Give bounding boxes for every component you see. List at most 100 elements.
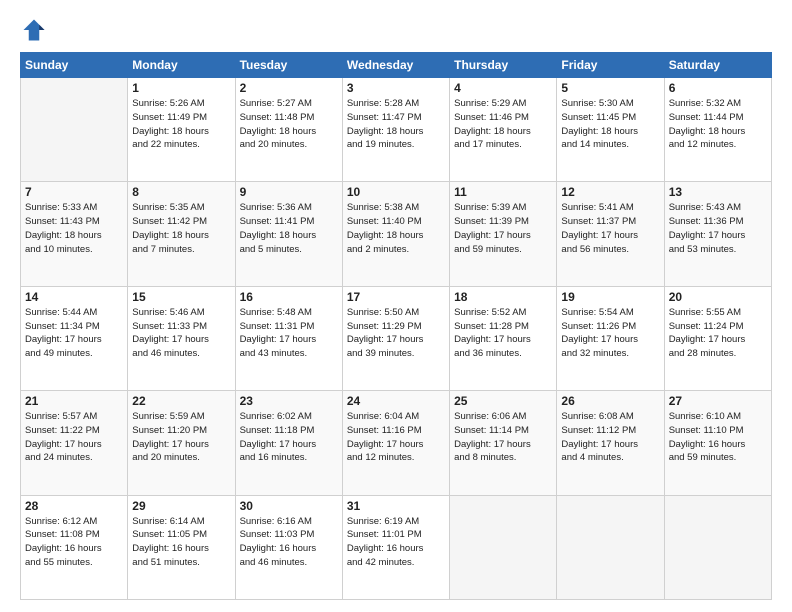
cell-content: Sunrise: 5:44 AM Sunset: 11:34 PM Daylig… <box>25 306 123 361</box>
cell-content: Sunrise: 5:28 AM Sunset: 11:47 PM Daylig… <box>347 97 445 152</box>
calendar-cell: 12 Sunrise: 5:41 AM Sunset: 11:37 PM Dayl… <box>557 182 664 286</box>
calendar-cell: 19Sunrise: 5:54 AM Sunset: 11:26 PM Dayl… <box>557 286 664 390</box>
day-number: 11 <box>454 185 552 199</box>
calendar-cell: 7Sunrise: 5:33 AM Sunset: 11:43 PM Dayli… <box>21 182 128 286</box>
calendar-cell: 3 Sunrise: 5:28 AM Sunset: 11:47 PM Dayli… <box>342 78 449 182</box>
day-number: 29 <box>132 499 230 513</box>
calendar-week-row: 28 Sunrise: 6:12 AM Sunset: 11:08 PM Dayl… <box>21 495 772 599</box>
calendar-cell: 11 Sunrise: 5:39 AM Sunset: 11:39 PM Dayl… <box>450 182 557 286</box>
calendar-cell: 27 Sunrise: 6:10 AM Sunset: 11:10 PM Dayl… <box>664 391 771 495</box>
cell-content: Sunrise: 5:39 AM Sunset: 11:39 PM Daylig… <box>454 201 552 256</box>
weekday-header: Friday <box>557 53 664 78</box>
calendar-cell: 14 Sunrise: 5:44 AM Sunset: 11:34 PM Dayl… <box>21 286 128 390</box>
calendar-week-row: 14 Sunrise: 5:44 AM Sunset: 11:34 PM Dayl… <box>21 286 772 390</box>
cell-content: Sunrise: 5:52 AM Sunset: 11:28 PM Daylig… <box>454 306 552 361</box>
calendar-cell: 30Sunrise: 6:16 AM Sunset: 11:03 PM Dayl… <box>235 495 342 599</box>
day-number: 1 <box>132 81 230 95</box>
cell-content: Sunrise: 5:43 AM Sunset: 11:36 PM Daylig… <box>669 201 767 256</box>
page: SundayMondayTuesdayWednesdayThursdayFrid… <box>0 0 792 612</box>
day-number: 20 <box>669 290 767 304</box>
cell-content: Sunrise: 5:41 AM Sunset: 11:37 PM Daylig… <box>561 201 659 256</box>
cell-content: Sunrise: 5:27 AM Sunset: 11:48 PM Daylig… <box>240 97 338 152</box>
calendar-cell: 8 Sunrise: 5:35 AM Sunset: 11:42 PM Dayli… <box>128 182 235 286</box>
weekday-header: Wednesday <box>342 53 449 78</box>
calendar-cell: 31Sunrise: 6:19 AM Sunset: 11:01 PM Dayl… <box>342 495 449 599</box>
calendar-cell <box>21 78 128 182</box>
cell-content: Sunrise: 5:35 AM Sunset: 11:42 PM Daylig… <box>132 201 230 256</box>
day-number: 12 <box>561 185 659 199</box>
calendar-cell <box>557 495 664 599</box>
cell-content: Sunrise: 5:38 AM Sunset: 11:40 PM Daylig… <box>347 201 445 256</box>
day-number: 15 <box>132 290 230 304</box>
cell-content: Sunrise: 5:29 AM Sunset: 11:46 PM Daylig… <box>454 97 552 152</box>
cell-content: Sunrise: 6:14 AM Sunset: 11:05 PM Daylig… <box>132 515 230 570</box>
cell-content: Sunrise: 6:10 AM Sunset: 11:10 PM Daylig… <box>669 410 767 465</box>
day-number: 25 <box>454 394 552 408</box>
day-number: 16 <box>240 290 338 304</box>
calendar-cell: 20 Sunrise: 5:55 AM Sunset: 11:24 PM Dayl… <box>664 286 771 390</box>
day-number: 21 <box>25 394 123 408</box>
day-number: 18 <box>454 290 552 304</box>
cell-content: Sunrise: 6:19 AM Sunset: 11:01 PM Daylig… <box>347 515 445 570</box>
day-number: 9 <box>240 185 338 199</box>
day-number: 6 <box>669 81 767 95</box>
calendar-cell: 24 Sunrise: 6:04 AM Sunset: 11:16 PM Dayl… <box>342 391 449 495</box>
day-number: 5 <box>561 81 659 95</box>
day-number: 24 <box>347 394 445 408</box>
day-number: 4 <box>454 81 552 95</box>
day-number: 2 <box>240 81 338 95</box>
calendar-cell: 1 Sunrise: 5:26 AM Sunset: 11:49 PM Dayli… <box>128 78 235 182</box>
calendar-cell: 26 Sunrise: 6:08 AM Sunset: 11:12 PM Dayl… <box>557 391 664 495</box>
calendar-week-row: 7Sunrise: 5:33 AM Sunset: 11:43 PM Dayli… <box>21 182 772 286</box>
calendar-cell: 17Sunrise: 5:50 AM Sunset: 11:29 PM Dayl… <box>342 286 449 390</box>
cell-content: Sunrise: 6:08 AM Sunset: 11:12 PM Daylig… <box>561 410 659 465</box>
calendar-cell: 25 Sunrise: 6:06 AM Sunset: 11:14 PM Dayl… <box>450 391 557 495</box>
weekday-header: Tuesday <box>235 53 342 78</box>
day-number: 10 <box>347 185 445 199</box>
day-number: 27 <box>669 394 767 408</box>
calendar-cell: 23Sunrise: 6:02 AM Sunset: 11:18 PM Dayl… <box>235 391 342 495</box>
calendar-cell: 29 Sunrise: 6:14 AM Sunset: 11:05 PM Dayl… <box>128 495 235 599</box>
cell-content: Sunrise: 5:57 AM Sunset: 11:22 PM Daylig… <box>25 410 123 465</box>
cell-content: Sunrise: 5:55 AM Sunset: 11:24 PM Daylig… <box>669 306 767 361</box>
calendar-cell: 2 Sunrise: 5:27 AM Sunset: 11:48 PM Dayli… <box>235 78 342 182</box>
day-number: 19 <box>561 290 659 304</box>
logo <box>20 16 52 44</box>
day-number: 14 <box>25 290 123 304</box>
calendar-cell: 18 Sunrise: 5:52 AM Sunset: 11:28 PM Dayl… <box>450 286 557 390</box>
day-number: 23 <box>240 394 338 408</box>
cell-content: Sunrise: 5:32 AM Sunset: 11:44 PM Daylig… <box>669 97 767 152</box>
day-number: 30 <box>240 499 338 513</box>
cell-content: Sunrise: 5:48 AM Sunset: 11:31 PM Daylig… <box>240 306 338 361</box>
calendar-cell: 16 Sunrise: 5:48 AM Sunset: 11:31 PM Dayl… <box>235 286 342 390</box>
weekday-header: Thursday <box>450 53 557 78</box>
calendar-cell: 22Sunrise: 5:59 AM Sunset: 11:20 PM Dayl… <box>128 391 235 495</box>
calendar-week-row: 21 Sunrise: 5:57 AM Sunset: 11:22 PM Dayl… <box>21 391 772 495</box>
header <box>20 16 772 44</box>
calendar: SundayMondayTuesdayWednesdayThursdayFrid… <box>20 52 772 600</box>
weekday-header: Sunday <box>21 53 128 78</box>
day-number: 13 <box>669 185 767 199</box>
calendar-cell: 13 Sunrise: 5:43 AM Sunset: 11:36 PM Dayl… <box>664 182 771 286</box>
calendar-cell: 6 Sunrise: 5:32 AM Sunset: 11:44 PM Dayli… <box>664 78 771 182</box>
day-number: 26 <box>561 394 659 408</box>
calendar-header-row: SundayMondayTuesdayWednesdayThursdayFrid… <box>21 53 772 78</box>
calendar-week-row: 1 Sunrise: 5:26 AM Sunset: 11:49 PM Dayli… <box>21 78 772 182</box>
cell-content: Sunrise: 6:06 AM Sunset: 11:14 PM Daylig… <box>454 410 552 465</box>
day-number: 17 <box>347 290 445 304</box>
cell-content: Sunrise: 5:26 AM Sunset: 11:49 PM Daylig… <box>132 97 230 152</box>
cell-content: Sunrise: 6:12 AM Sunset: 11:08 PM Daylig… <box>25 515 123 570</box>
day-number: 3 <box>347 81 445 95</box>
cell-content: Sunrise: 5:30 AM Sunset: 11:45 PM Daylig… <box>561 97 659 152</box>
calendar-cell <box>664 495 771 599</box>
weekday-header: Monday <box>128 53 235 78</box>
day-number: 7 <box>25 185 123 199</box>
cell-content: Sunrise: 5:36 AM Sunset: 11:41 PM Daylig… <box>240 201 338 256</box>
calendar-cell: 9 Sunrise: 5:36 AM Sunset: 11:41 PM Dayli… <box>235 182 342 286</box>
cell-content: Sunrise: 6:04 AM Sunset: 11:16 PM Daylig… <box>347 410 445 465</box>
day-number: 8 <box>132 185 230 199</box>
calendar-cell: 15Sunrise: 5:46 AM Sunset: 11:33 PM Dayl… <box>128 286 235 390</box>
calendar-cell: 21 Sunrise: 5:57 AM Sunset: 11:22 PM Dayl… <box>21 391 128 495</box>
day-number: 28 <box>25 499 123 513</box>
calendar-cell: 5 Sunrise: 5:30 AM Sunset: 11:45 PM Dayli… <box>557 78 664 182</box>
